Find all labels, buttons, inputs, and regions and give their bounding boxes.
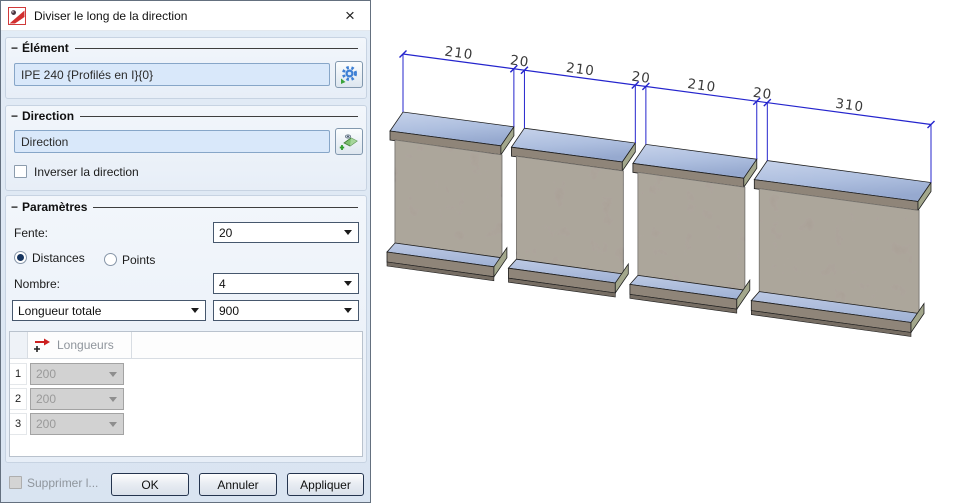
dialog-titlebar: Diviser le long de la direction × — [1, 1, 370, 31]
dialog-title: Diviser le long de la direction — [34, 8, 188, 23]
total-length-combo[interactable]: 900 — [213, 300, 359, 321]
direction-header-label: Direction — [22, 109, 75, 123]
ok-button[interactable]: OK — [111, 473, 189, 496]
distances-radio[interactable] — [14, 251, 27, 264]
element-group-header: − Élément — [11, 41, 358, 55]
parameters-header-label: Paramètres — [22, 200, 88, 214]
direction-value: Direction — [21, 134, 69, 149]
divide-along-direction-dialog: Diviser le long de la direction × − Élém… — [0, 0, 371, 503]
invert-direction-label: Inverser la direction — [34, 165, 139, 179]
row-number: 1 — [10, 363, 27, 385]
dimension-label: 20 — [509, 52, 530, 70]
element-header-label: Élément — [22, 41, 69, 55]
direction-plane-icon — [339, 134, 358, 150]
lengths-column-header[interactable]: Longueurs — [28, 332, 132, 358]
total-length-value: 900 — [219, 303, 240, 318]
distances-radio-label: Distances — [32, 251, 85, 265]
mode-value: Longueur totale — [18, 303, 102, 318]
points-radio-label: Points — [122, 253, 156, 267]
lengths-header-label: Longueurs — [57, 338, 114, 352]
invert-direction-checkbox[interactable] — [14, 165, 27, 178]
screen: Diviser le long de la direction × − Élém… — [0, 0, 954, 503]
beam-web-texture — [637, 171, 746, 291]
appliquer-button[interactable]: Appliquer — [287, 473, 364, 496]
length-row-2-combo[interactable]: 200 — [30, 388, 124, 410]
fente-label: Fente: — [14, 226, 49, 240]
chevron-down-icon — [191, 308, 199, 313]
element-value: IPE 240 {Profilés en I}{0} — [21, 67, 154, 82]
chevron-down-icon — [344, 308, 352, 313]
length-row-3-combo[interactable]: 200 — [30, 413, 124, 435]
chevron-down-icon — [109, 396, 117, 402]
pick-direction-button[interactable] — [335, 128, 363, 155]
chevron-down-icon — [344, 230, 352, 235]
annuler-button[interactable]: Annuler — [199, 473, 277, 496]
row-number-column-header — [10, 332, 28, 358]
supprimer-label: Supprimer l... — [27, 476, 99, 490]
gear-select-icon — [341, 65, 357, 84]
add-length-arrow-icon — [34, 338, 50, 352]
beam-web-texture — [394, 139, 503, 259]
nombre-combo[interactable]: 4 — [213, 273, 359, 294]
direction-field[interactable]: Direction — [14, 130, 330, 153]
length-row-1-combo[interactable]: 200 — [30, 363, 124, 385]
nombre-value: 4 — [219, 276, 226, 291]
dimension-label: 20 — [631, 69, 652, 87]
fente-value: 20 — [219, 225, 233, 240]
row-number: 2 — [10, 388, 27, 410]
beam-web-texture — [516, 155, 624, 275]
app-logo-icon — [8, 6, 26, 25]
select-element-button[interactable] — [335, 61, 363, 88]
lengths-table: Longueurs 1 200 2 200 3 200 — [9, 331, 363, 457]
row-number: 3 — [10, 413, 27, 435]
mode-combo[interactable]: Longueur totale — [12, 300, 206, 321]
close-icon[interactable]: × — [336, 3, 364, 29]
chevron-down-icon — [109, 421, 117, 427]
supprimer-checkbox[interactable] — [9, 476, 22, 489]
direction-group-header: − Direction — [11, 109, 358, 123]
nombre-label: Nombre: — [14, 277, 61, 291]
element-field[interactable]: IPE 240 {Profilés en I}{0} — [14, 63, 330, 86]
dimension-label: 20 — [752, 85, 773, 103]
lengths-table-header: Longueurs — [10, 332, 362, 359]
beam-scene: 210 20 210 20 210 20310 — [386, 44, 935, 337]
parameters-group-header: − Paramètres — [11, 200, 358, 214]
3d-viewport[interactable]: 210 20 210 20 210 20 310 — [371, 0, 954, 503]
beam-segments — [386, 111, 932, 337]
chevron-down-icon — [344, 281, 352, 286]
points-radio[interactable] — [104, 253, 117, 266]
chevron-down-icon — [109, 371, 117, 377]
fente-combo[interactable]: 20 — [213, 222, 359, 243]
